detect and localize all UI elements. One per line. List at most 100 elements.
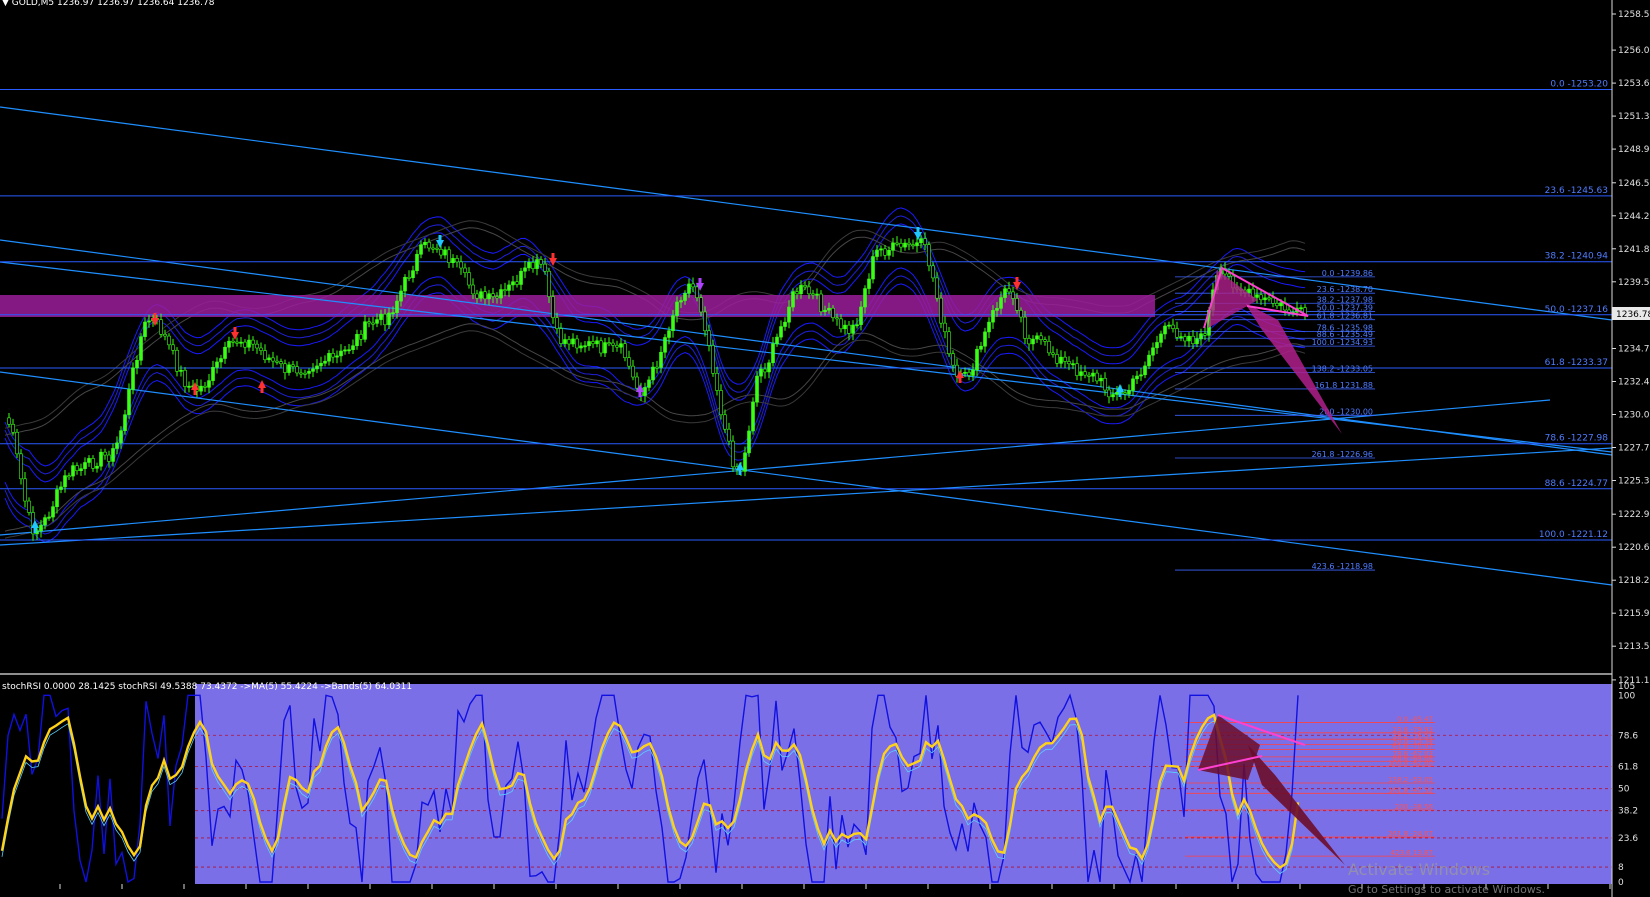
candle-body xyxy=(519,270,523,285)
candle-body xyxy=(503,289,507,292)
candle-body xyxy=(359,334,363,340)
fib-proj-label: 23.6 -1238.70 xyxy=(1317,285,1373,294)
candle-body xyxy=(1227,273,1231,277)
band-lower xyxy=(4,283,1306,543)
candle-body xyxy=(291,364,295,367)
price-label: 1215.91 xyxy=(1618,609,1650,619)
candle-body xyxy=(1271,297,1275,304)
candle-body xyxy=(135,360,139,369)
candle-body xyxy=(935,277,939,299)
candle-body xyxy=(167,335,171,346)
candle-body xyxy=(463,267,467,273)
candle-body xyxy=(647,379,651,388)
candle-body xyxy=(23,478,27,502)
candle-body xyxy=(435,247,439,250)
price-label: 1239.51 xyxy=(1618,278,1650,288)
candle-body xyxy=(1007,288,1011,293)
candle-body xyxy=(751,401,755,432)
candle-body xyxy=(83,462,87,469)
candle-body xyxy=(307,371,311,374)
stochrsi-axis-label: 0 xyxy=(1618,878,1624,888)
candle-body xyxy=(839,318,843,330)
candle-body xyxy=(1067,361,1071,365)
candle-body xyxy=(219,358,223,363)
fib-level-label: 88.6 -1224.77 xyxy=(1545,479,1608,489)
candle-body xyxy=(759,368,763,377)
price-label: 1225.36 xyxy=(1618,476,1650,486)
stochrsi-axis-label: 23.6 xyxy=(1618,834,1638,844)
candle-body xyxy=(507,284,511,291)
stochrsi-fib-label: 423.6 13.87 xyxy=(1391,849,1433,857)
candle-body xyxy=(7,417,11,425)
candle-body xyxy=(579,345,583,349)
candle-body xyxy=(535,259,539,269)
candle-body xyxy=(1115,391,1119,395)
stochrsi-fib-label: 138.2 -53.05 xyxy=(1388,776,1433,784)
candle-body xyxy=(723,414,727,430)
candle-body xyxy=(183,369,187,387)
candle-body xyxy=(1003,288,1007,298)
candle-body xyxy=(331,353,335,358)
candle-body xyxy=(699,297,703,313)
candle-body xyxy=(111,448,115,462)
candle-body xyxy=(159,319,163,335)
candle-body xyxy=(775,336,779,345)
stochrsi-axis[interactable]: 10510078.661.85038.223.680 xyxy=(1618,682,1638,888)
candle-body xyxy=(747,430,751,454)
candle-body xyxy=(363,321,367,340)
candle-body xyxy=(283,363,287,373)
candle-body xyxy=(795,291,799,295)
candle-body xyxy=(687,283,691,294)
candle-body xyxy=(683,293,687,301)
candle-body xyxy=(411,270,415,278)
candle-body xyxy=(831,307,835,319)
candle-body xyxy=(779,326,783,338)
candle-body xyxy=(1103,377,1107,391)
candles-layer[interactable] xyxy=(7,232,1307,541)
candle-body xyxy=(67,475,71,478)
candle-body xyxy=(691,283,695,288)
candle-body xyxy=(103,451,107,456)
candle-body xyxy=(527,262,531,269)
candle-body xyxy=(807,286,811,295)
candle-body xyxy=(451,258,455,263)
candle-body xyxy=(367,321,371,324)
candle-body xyxy=(1083,371,1087,376)
candle-body xyxy=(475,293,479,299)
stochrsi-axis-label: 8 xyxy=(1618,863,1624,873)
candle-body xyxy=(623,343,627,358)
candle-body xyxy=(899,243,903,248)
candle-body xyxy=(643,387,647,396)
candle-body xyxy=(231,340,235,343)
candle-body xyxy=(539,259,543,265)
candle-body xyxy=(119,430,123,444)
chart-canvas[interactable]: 0.0 -1253.20 23.6 -1245.63 38.2 -1240.94 50… xyxy=(0,0,1650,897)
candle-body xyxy=(303,372,307,375)
candle-body xyxy=(143,321,147,337)
candle-body xyxy=(815,293,819,296)
candle-body xyxy=(887,250,891,256)
metatrader-chart-window[interactable]: 0.0 -1253.20 23.6 -1245.63 38.2 -1240.94 50… xyxy=(0,0,1650,897)
candle-body xyxy=(171,344,175,351)
candle-body xyxy=(1075,363,1079,376)
price-label: 1220.61 xyxy=(1618,543,1650,553)
candle-body xyxy=(351,345,355,350)
candle-body xyxy=(615,344,619,348)
candle-body xyxy=(695,286,699,299)
fib-level-label: 61.8 -1233.37 xyxy=(1545,358,1608,368)
candle-body xyxy=(471,284,475,295)
stochrsi-axis-label: 100 xyxy=(1618,691,1635,701)
candle-body xyxy=(715,372,719,391)
candle-body xyxy=(95,465,99,469)
candle-body xyxy=(271,357,275,362)
candle-body xyxy=(999,297,1003,309)
candle-body xyxy=(1019,310,1023,318)
candle-body xyxy=(1139,374,1143,377)
price-label: 1213.56 xyxy=(1618,642,1650,652)
band-lower xyxy=(4,323,1306,532)
stochrsi-axis-label: 61.8 xyxy=(1618,763,1638,773)
candle-body xyxy=(1087,374,1091,377)
candle-body xyxy=(1187,335,1191,342)
fib-proj-label: 61.8 -1236.81 xyxy=(1317,312,1373,321)
candle-body xyxy=(59,486,63,490)
